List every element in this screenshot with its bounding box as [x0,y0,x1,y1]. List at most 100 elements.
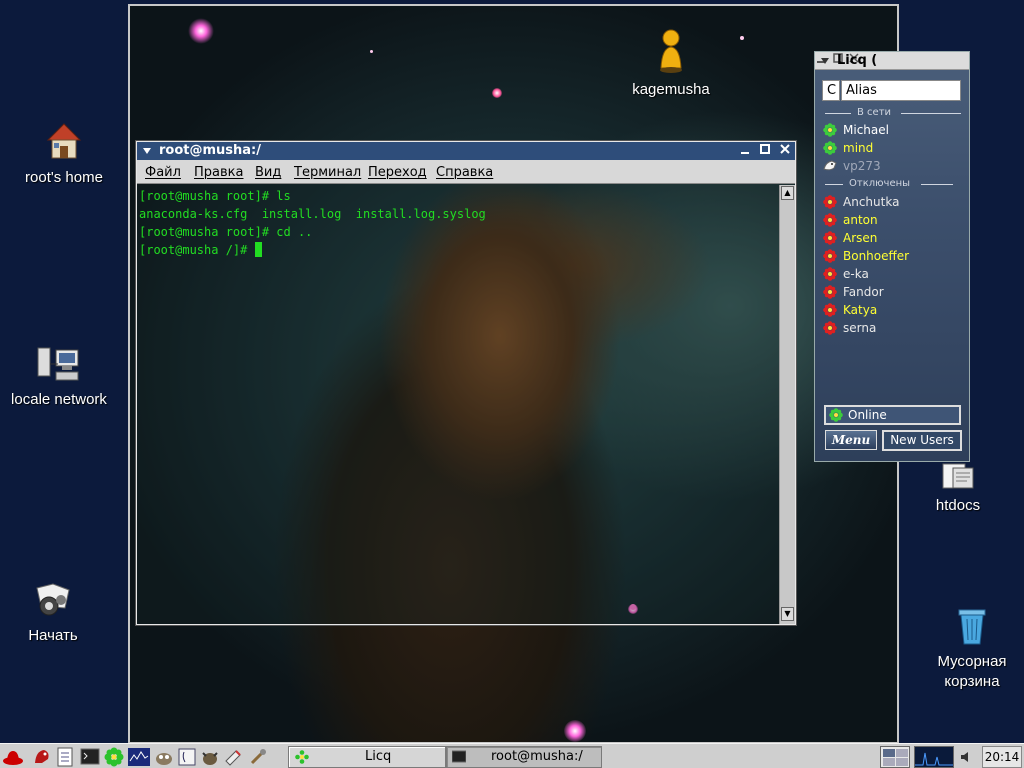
terminal-window[interactable]: root@musha:/ Файл Правка Вид Терминал Пе… [136,141,796,625]
contact-row[interactable]: Katya [823,301,961,319]
offline-status-icon [823,213,837,227]
terminal-launcher-icon[interactable] [80,747,100,767]
contact-name: Michael [843,123,889,137]
close-button[interactable] [777,143,793,159]
clock[interactable]: 20:14 [982,746,1022,768]
folder-icon [941,460,975,490]
menu-file[interactable]: Файл [145,165,181,180]
contact-name: Arsen [843,231,878,245]
star [740,36,744,40]
taskbar: Licq root@musha:/ 20:14 [0,743,1024,768]
menu-view[interactable]: Вид [255,165,281,180]
terminal-icon [451,750,467,764]
desktop-icon-start-here[interactable]: Начать [8,580,98,646]
task-label: Licq [365,749,392,764]
contact-row[interactable]: Anchutka [823,193,961,211]
task-button-terminal[interactable]: root@musha:/ [446,746,602,768]
terminal-titlebar[interactable]: root@musha:/ [137,142,795,160]
scroll-up-button[interactable]: ▲ [781,186,794,200]
desktop-icon-label: Начать [28,627,78,644]
document-icon[interactable] [56,747,76,767]
contact-row[interactable]: mind [823,139,961,157]
gnu-icon[interactable] [200,747,220,767]
contact-name: vp273 [843,159,881,173]
offline-status-icon [823,285,837,299]
offline-status-icon [823,249,837,263]
network-icon [36,344,82,384]
offline-status-icon [823,321,837,335]
contact-name: Fandor [843,285,884,299]
desktop-icon-network[interactable]: locale network [4,344,114,410]
contact-name: Katya [843,303,878,317]
text-cursor [254,242,262,257]
group-header-offline: Отключены [823,178,953,192]
licq-menu-button[interactable]: Menu [825,430,877,450]
desktop-icon-trash[interactable]: Мусорная корзина [922,604,1022,692]
terminal-menubar: Файл Правка Вид Терминал Переход Справка [137,160,795,184]
contact-row[interactable]: e-ka [823,265,961,283]
desktop-icon-label: kagemusha [632,81,710,98]
window-menu-icon[interactable] [141,145,153,157]
desktop-icon-label: htdocs [935,497,981,514]
contact-row[interactable]: Michael [823,121,961,139]
column-header-alias[interactable]: Alias [841,80,961,101]
licq-title: Licq ( [837,53,878,68]
menu-go[interactable]: Переход [368,165,427,180]
minimize-button[interactable] [737,143,753,159]
contact-name: anton [843,213,878,227]
tools-icon[interactable] [248,747,268,767]
desktop-icon-kagemusha[interactable]: kagemusha [622,28,720,100]
desktop-icon-home[interactable]: root's home [14,120,114,188]
menu-edit[interactable]: Правка [194,165,243,180]
online-status-icon [823,123,837,137]
star [188,18,214,44]
terminal-prompt-line: [root@musha /]# [139,241,779,259]
script-icon[interactable] [178,747,198,767]
scroll-down-button[interactable]: ▼ [781,607,794,621]
terminal-output[interactable]: [root@musha root]# ls anaconda-ks.cfg in… [137,185,779,624]
offline-status-icon [823,231,837,245]
mozilla-icon[interactable] [32,747,52,767]
contact-row[interactable]: anton [823,211,961,229]
volume-icon[interactable] [960,751,970,763]
new-users-button[interactable]: New Users [882,430,962,451]
status-label: Online [848,408,887,422]
contact-row[interactable]: serna [823,319,961,337]
terminal-line: anaconda-ks.cfg install.log install.log.… [139,207,486,221]
window-menu-icon[interactable] [819,55,831,67]
menu-terminal[interactable]: Терминал [294,165,361,180]
star [564,720,586,742]
contact-name: serna [843,321,877,335]
terminal-line: [root@musha root]# cd .. [139,225,313,239]
home-icon [44,120,84,162]
contact-row[interactable]: Arsen [823,229,961,247]
cpu-monitor-applet[interactable] [914,746,954,768]
contact-row[interactable]: Fandor [823,283,961,301]
desktop-icon-label: root's home [25,169,103,186]
system-monitor-icon[interactable] [128,747,150,767]
text-editor-icon[interactable] [224,747,244,767]
away-status-icon [823,159,837,173]
workspace-switcher[interactable] [880,746,910,768]
licq-flower-icon[interactable] [104,747,124,767]
star [370,50,373,53]
contact-row[interactable]: vp273 [823,157,961,175]
terminal-scrollbar[interactable]: ▲ ▼ [779,185,795,624]
online-status-icon [823,141,837,155]
column-header-c[interactable]: C [822,80,840,101]
gimp-icon[interactable] [154,747,174,767]
offline-status-icon [823,267,837,281]
status-selector[interactable]: Online [824,405,961,425]
task-button-licq[interactable]: Licq [288,746,446,768]
licq-window[interactable]: Licq ( C Alias В сети Отключены Online M… [814,51,970,462]
desktop-icon-htdocs[interactable]: htdocs [918,460,998,516]
offline-status-icon [823,195,837,209]
offline-status-icon [823,303,837,317]
terminal-title: root@musha:/ [159,143,262,158]
menu-help[interactable]: Справка [436,165,493,180]
licq-titlebar[interactable]: Licq ( [815,52,969,70]
redhat-menu-icon[interactable] [2,747,23,767]
person-icon [656,28,686,74]
maximize-button[interactable] [757,143,773,159]
contact-row[interactable]: Bonhoeffer [823,247,961,265]
